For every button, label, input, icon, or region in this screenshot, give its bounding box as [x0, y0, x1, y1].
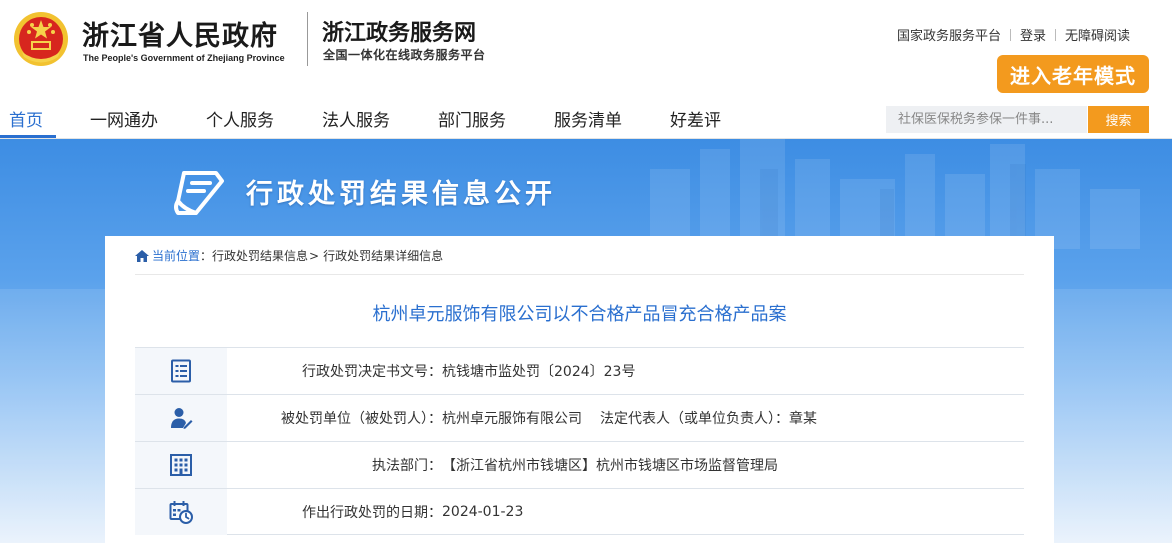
accessibility-link[interactable]: 无障碍阅读 [1065, 25, 1130, 44]
row-value: 杭钱塘市监处罚〔2024〕23号 [442, 364, 636, 380]
row-label: 行政处罚决定书文号： [302, 364, 442, 380]
detail-card: 当前位置 ： 行政处罚结果信息 > 行政处罚结果详细信息 杭州卓元服饰有限公司以… [105, 236, 1054, 556]
nav-item-home[interactable]: 首页 [9, 106, 43, 131]
breadcrumb-item[interactable]: 行政处罚结果信息 [212, 247, 308, 264]
site-subtitle: 全国一体化在线政务服务平台 [323, 48, 486, 62]
calendar-icon [169, 501, 193, 524]
header-divider [307, 12, 308, 66]
nav-item-corporate[interactable]: 法人服务 [322, 106, 390, 131]
table-row: 作出行政处罚的日期： 2024-01-23 [135, 488, 1024, 535]
row-value: 杭州卓元服饰有限公司 [442, 411, 582, 427]
building-icon [170, 454, 192, 476]
nav-item-personal[interactable]: 个人服务 [206, 106, 274, 131]
case-title: 杭州卓元服饰有限公司以不合格产品冒充合格产品案 [372, 304, 787, 325]
link-separator [1009, 28, 1011, 41]
row-icon-cell [135, 442, 227, 488]
row-value: 【浙江省杭州市钱塘区】杭州市钱塘区市场监督管理局 [442, 458, 778, 474]
breadcrumb-colon: ： [200, 249, 213, 263]
nav-item-one-stop[interactable]: 一网通办 [90, 106, 158, 131]
nav-active-indicator [0, 135, 56, 138]
breadcrumb-item[interactable]: 行政处罚结果详细信息 [323, 247, 443, 264]
book-icon [174, 171, 224, 215]
national-emblem-icon [14, 12, 68, 66]
breadcrumb-prefix: 当前位置 [152, 249, 201, 263]
row-value: 2024-01-23 [442, 503, 524, 520]
site-title[interactable]: 浙江政务服务网 [322, 15, 476, 47]
document-icon [171, 359, 191, 383]
banner-title: 行政处罚结果信息公开 [246, 179, 556, 210]
table-row: 行政处罚决定书文号： 杭钱塘市监处罚〔2024〕23号 [135, 347, 1024, 394]
row-value-secondary: 章某 [789, 411, 817, 427]
row-label: 被处罚单位（被处罚人）： [281, 411, 442, 427]
row-label: 执法部门： [372, 458, 442, 474]
gov-title-en: The People's Government of Zhejiang Prov… [83, 53, 285, 63]
row-icon-cell [135, 489, 227, 535]
home-icon [135, 249, 149, 262]
elder-mode-button[interactable]: 进入老年模式 [997, 55, 1149, 93]
row-content: 作出行政处罚的日期： 2024-01-23 [227, 489, 1024, 534]
person-icon [171, 408, 193, 429]
breadcrumb-divider [135, 274, 1024, 275]
row-content: 执法部门： 【浙江省杭州市钱塘区】杭州市钱塘区市场监督管理局 [227, 442, 1024, 488]
nav-item-rating[interactable]: 好差评 [670, 106, 721, 131]
national-platform-link[interactable]: 国家政务服务平台 [897, 25, 1001, 44]
table-row: 执法部门： 【浙江省杭州市钱塘区】杭州市钱塘区市场监督管理局 [135, 441, 1024, 488]
row-label: 作出行政处罚的日期： [302, 504, 442, 521]
link-separator [1054, 28, 1056, 41]
row-icon-cell [135, 348, 227, 394]
row-content: 行政处罚决定书文号： 杭钱塘市监处罚〔2024〕23号 [227, 348, 1024, 394]
row-label-secondary: 法定代表人（或单位负责人）： [600, 411, 789, 427]
case-detail-table: 行政处罚决定书文号： 杭钱塘市监处罚〔2024〕23号 被处罚单位（被处罚人）：… [135, 347, 1024, 535]
row-content: 被处罚单位（被处罚人）： 杭州卓元服饰有限公司 法定代表人（或单位负责人）： 章… [227, 395, 1024, 441]
row-icon-cell [135, 395, 227, 441]
nav-item-department[interactable]: 部门服务 [438, 106, 506, 131]
nav-item-service-list[interactable]: 服务清单 [554, 106, 622, 131]
search-input[interactable]: 社保医保税务参保一件事... [886, 106, 1087, 133]
breadcrumb: 当前位置 ： 行政处罚结果信息 > 行政处罚结果详细信息 [135, 247, 443, 264]
main-nav: 首页 一网通办 个人服务 法人服务 部门服务 服务清单 好差评 社保医保税务参保… [0, 96, 1172, 139]
site-header: 浙江省人民政府 The People's Government of Zheji… [0, 0, 1172, 96]
gov-title[interactable]: 浙江省人民政府 [82, 14, 278, 53]
search-button[interactable]: 搜索 [1088, 106, 1149, 133]
table-row: 被处罚单位（被处罚人）： 杭州卓元服饰有限公司 法定代表人（或单位负责人）： 章… [135, 394, 1024, 441]
top-links: 国家政务服务平台 登录 无障碍阅读 [897, 25, 1130, 44]
login-link[interactable]: 登录 [1020, 25, 1046, 44]
breadcrumb-separator: > [309, 248, 320, 263]
